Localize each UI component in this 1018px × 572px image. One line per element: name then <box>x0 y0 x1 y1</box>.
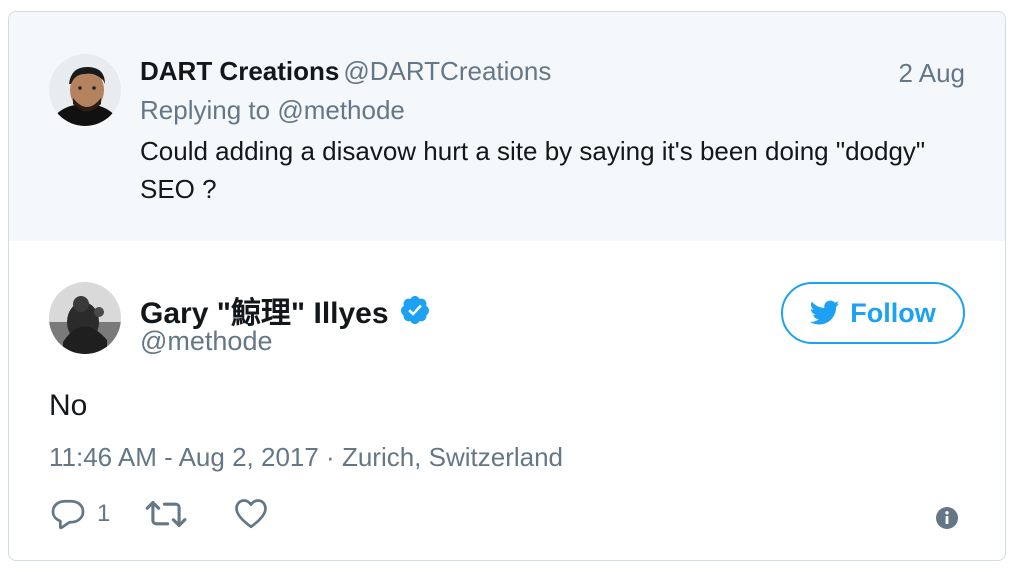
follow-button-label: Follow <box>850 297 936 328</box>
info-icon[interactable] <box>935 506 959 530</box>
heart-icon <box>235 499 268 529</box>
parent-author-avatar[interactable] <box>49 54 121 126</box>
tweet-location[interactable]: Zurich, Switzerland <box>342 442 563 472</box>
retweet-action[interactable] <box>144 496 188 532</box>
parent-author-name-line[interactable]: DART Creations @DARTCreations <box>140 56 551 87</box>
main-tweet-text: No <box>49 389 88 422</box>
tweet-actions: 1 <box>49 496 270 532</box>
replying-to-label: Replying to <box>140 95 271 125</box>
meta-separator: · <box>318 442 342 472</box>
tweet-embed-card: DART Creations @DARTCreations 2 Aug Reply… <box>8 11 1006 561</box>
parent-author-name[interactable]: DART Creations <box>140 56 339 86</box>
parent-tweet-date[interactable]: 2 Aug <box>898 58 965 89</box>
replying-to-handle[interactable]: @methode <box>277 95 405 125</box>
reply-bubble-icon <box>51 499 85 530</box>
replying-to-line: Replying to @methode <box>140 95 405 126</box>
like-action[interactable] <box>232 496 270 532</box>
main-author-handle[interactable]: @methode <box>140 326 272 357</box>
twitter-bird-icon <box>810 300 840 325</box>
tweet-meta-line: 11:46 AM - Aug 2, 2017 · Zurich, Switzer… <box>49 442 563 473</box>
main-author-avatar[interactable] <box>49 282 121 354</box>
tweet-timestamp[interactable]: 11:46 AM - Aug 2, 2017 <box>49 442 319 472</box>
follow-button[interactable]: Follow <box>781 282 965 344</box>
parent-tweet[interactable]: DART Creations @DARTCreations 2 Aug Reply… <box>9 12 1005 241</box>
verified-badge-icon <box>399 294 431 326</box>
parent-tweet-text: Could adding a disavow hurt a site by sa… <box>140 136 926 204</box>
parent-author-handle[interactable]: @DARTCreations <box>343 56 551 86</box>
reply-action[interactable]: 1 <box>49 496 110 532</box>
reply-count: 1 <box>97 500 111 527</box>
retweet-icon <box>145 500 187 528</box>
